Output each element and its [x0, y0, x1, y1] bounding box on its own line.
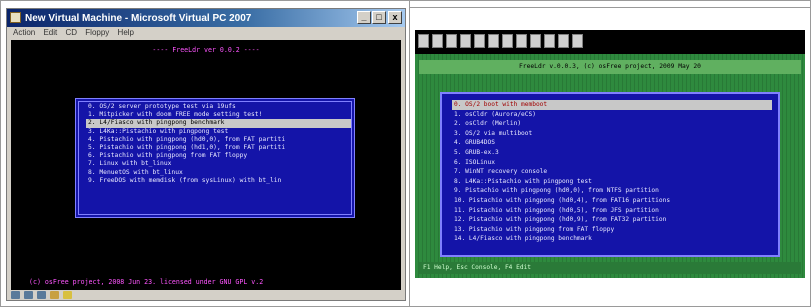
boot-menu: 0. OS/2 boot with memboot 1. osCldr (Aur… [440, 92, 780, 257]
floppy-icon[interactable] [432, 34, 443, 48]
boot-menu-item[interactable]: 7. Linux with bt_linux [86, 160, 351, 168]
close-button[interactable]: x [388, 11, 402, 24]
boot-menu-item[interactable]: 4. Pistachio with pingpong (hd0,0), from… [86, 136, 351, 144]
boot-menu-item[interactable]: 13. Pistachio with pingpong from FAT flo… [452, 225, 772, 235]
boot-menu-item[interactable]: 1. Mitpicker with doom FREE mode setting… [86, 111, 351, 119]
cdrom-icon[interactable] [460, 34, 471, 48]
reset-icon[interactable] [488, 34, 499, 48]
boot-menu-item[interactable]: 2. L4/Fiasco with pingpong benchmark [86, 119, 351, 128]
menu-action[interactable]: Action [13, 27, 35, 39]
freeldr-header: FreeLdr v.0.0.3, (c) osFree project, 200… [419, 60, 801, 74]
boot-menu-item[interactable]: 9. FreeDOS with memdisk (from sysLinux) … [86, 177, 351, 185]
freeldr-footer: F1 Help, Esc Console, F4 Edit [419, 262, 801, 274]
boot-menu-item[interactable]: 8. MenuetOS with bt_linux [86, 169, 351, 177]
boot-menu-list: 0. OS/2 boot with memboot 1. osCldr (Aur… [452, 100, 772, 244]
boot-menu-item[interactable]: 5. Pistachio with pingpong (hd1,0), from… [86, 144, 351, 152]
boot-menu-item[interactable]: 8. L4Ka::Pistachio with pingpong test [452, 177, 772, 187]
boot-menu-list: 0. OS/2 server prototype test via 19ufs … [86, 103, 351, 185]
minimize-button[interactable]: _ [357, 11, 371, 24]
boot-menu: 0. OS/2 server prototype test via 19ufs … [75, 98, 355, 218]
boot-menu-item[interactable]: 6. Pistachio with pingpong from FAT flop… [86, 152, 351, 160]
cdrom-icon[interactable] [474, 34, 485, 48]
menu-help[interactable]: Help [118, 27, 134, 39]
boot-menu-item[interactable]: 1. osCldr (Aurora/eCS) [452, 110, 772, 120]
network-icon[interactable] [530, 34, 541, 48]
fullscreen-icon[interactable] [558, 34, 569, 48]
vm-screen[interactable]: ---- FreeLdr ver 0.0.2 ---- 0. OS/2 serv… [11, 40, 401, 290]
menu-edit[interactable]: Edit [43, 27, 57, 39]
emulator-toolbar [415, 30, 805, 52]
boot-menu-item[interactable]: 6. ISOLinux [452, 158, 772, 168]
boot-menu-item[interactable]: 3. L4Ka::Pistachio with pingpong test [86, 128, 351, 136]
menu-floppy[interactable]: Floppy [85, 27, 109, 39]
settings-icon[interactable] [572, 34, 583, 48]
boot-menu-item[interactable]: 12. Pistachio with pingpong (hd0,9), fro… [452, 215, 772, 225]
cell-divider [409, 0, 410, 307]
virtual-pc-window: New Virtual Machine - Microsoft Virtual … [6, 8, 406, 301]
boot-menu-item[interactable]: 9. Pistachio with pingpong (hd0,0), from… [452, 186, 772, 196]
boot-menu-item[interactable]: 0. OS/2 boot with memboot [452, 100, 772, 110]
folder-status-icon[interactable] [50, 290, 59, 299]
emulator-screen[interactable]: FreeLdr v.0.0.3, (c) osFree project, 200… [415, 30, 805, 278]
screen-icon[interactable] [544, 34, 555, 48]
boot-menu-item[interactable]: 4. GRUB4DOS [452, 138, 772, 148]
boot-menu-item[interactable]: 5. GRUB-ex.3 [452, 148, 772, 158]
right-cell-top [410, 0, 810, 8]
maximize-button[interactable]: □ [372, 11, 386, 24]
keyboard-icon[interactable] [516, 34, 527, 48]
window-title: New Virtual Machine - Microsoft Virtual … [25, 12, 252, 24]
freeldr-header: ---- FreeLdr ver 0.0.2 ---- [152, 46, 260, 54]
boot-menu-item[interactable]: 2. osCldr (Merlin) [452, 119, 772, 129]
menu-cd[interactable]: CD [66, 27, 78, 39]
text-icon[interactable] [502, 34, 513, 48]
boot-menu-item[interactable]: 7. WinNT recovery console [452, 167, 772, 177]
boot-menu-item[interactable]: 14. L4/Fiasco with pingpong benchmark [452, 234, 772, 244]
boot-menu-item[interactable]: 11. Pistachio with pingpong (hd0,5), fro… [452, 206, 772, 216]
warning-status-icon[interactable] [63, 290, 72, 299]
network-status-icon[interactable] [37, 290, 46, 299]
floppy-icon[interactable] [418, 34, 429, 48]
menu-bar: Action Edit CD Floppy Help [7, 27, 405, 39]
cdrom-status-icon[interactable] [24, 290, 33, 299]
window-icon [10, 12, 21, 23]
window-title-bar[interactable]: New Virtual Machine - Microsoft Virtual … [7, 9, 405, 27]
boot-menu-item[interactable]: 3. OS/2 via multiboot [452, 129, 772, 139]
floppy-status-icon[interactable] [11, 290, 20, 299]
gear-icon[interactable] [446, 34, 457, 48]
boot-menu-item[interactable]: 0. OS/2 server prototype test via 19ufs [86, 103, 351, 111]
boot-menu-item[interactable]: 10. Pistachio with pingpong (hd0,4), fro… [452, 196, 772, 206]
status-bar [7, 289, 405, 300]
freeldr-footer: (c) osFree project, 2008 Jun 23. license… [29, 278, 264, 286]
